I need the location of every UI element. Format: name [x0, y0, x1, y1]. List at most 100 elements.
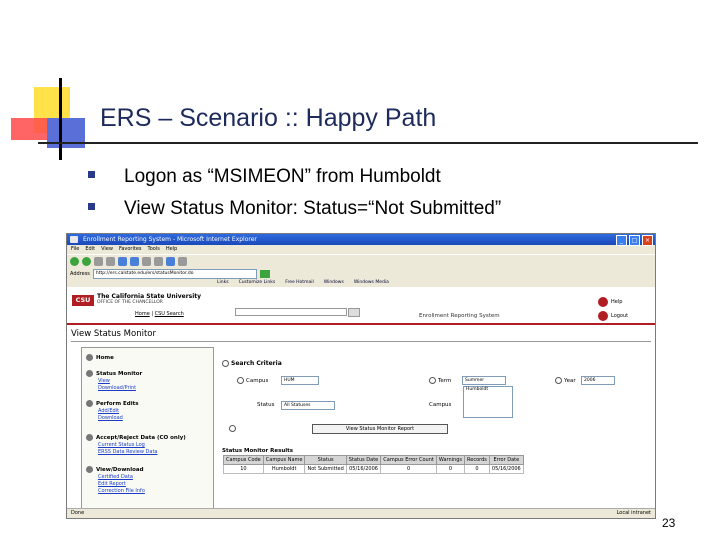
heading-divider: [71, 341, 651, 342]
status-select[interactable]: All Statuses: [281, 401, 335, 410]
table-header-row: Campus Code Campus Name Status Status Da…: [223, 455, 524, 465]
year-label: Year: [555, 377, 576, 384]
back-icon[interactable]: [70, 257, 79, 266]
campus-listbox[interactable]: Humboldt: [463, 386, 513, 418]
browser-toolbar: [67, 254, 655, 268]
sidebar-home[interactable]: Home: [86, 354, 114, 361]
table-cell: 10: [223, 464, 264, 474]
campus-select[interactable]: HUM: [281, 376, 319, 385]
stop-icon[interactable]: [94, 257, 103, 266]
mail-icon[interactable]: [166, 257, 175, 266]
search-icon[interactable]: [130, 257, 139, 266]
sidebar-link[interactable]: Add/Edit: [98, 408, 119, 414]
search-criteria-title: Search Criteria: [222, 360, 282, 367]
sidebar-link[interactable]: Current Status Log: [98, 442, 145, 448]
term-radio[interactable]: [429, 377, 436, 384]
sidebar-link[interactable]: Download/Print: [98, 385, 136, 391]
link-item[interactable]: Free Hotmail: [285, 279, 314, 287]
window-title: Enrollment Reporting System - Microsoft …: [83, 236, 257, 243]
bullet-marker-icon: [88, 171, 95, 179]
sidebar-section-view-download: View/Download: [86, 466, 144, 473]
term-label: Term: [429, 377, 451, 384]
home-icon[interactable]: [118, 257, 127, 266]
history-icon[interactable]: [154, 257, 163, 266]
sidebar-section-label: Status Monitor: [96, 371, 143, 377]
home-icon: [86, 354, 93, 361]
sidebar-link[interactable]: Correction File Info: [98, 488, 145, 494]
table-cell: Not Submitted: [304, 464, 347, 474]
nav-home-link[interactable]: Home: [135, 311, 150, 317]
logout-link[interactable]: Logout: [611, 313, 628, 319]
page-number: 23: [662, 516, 676, 530]
results-table: Campus Code Campus Name Status Status Da…: [223, 455, 524, 474]
table-cell: Humboldt: [262, 464, 306, 474]
column-header: Campus Name: [262, 455, 306, 465]
sidebar-link[interactable]: Edit Report: [98, 481, 126, 487]
table-row: 10 Humboldt Not Submitted 05/16/2006 0 0…: [223, 464, 524, 474]
results-title: Status Monitor Results: [222, 448, 294, 454]
link-item[interactable]: Windows Media: [354, 279, 389, 287]
term-select[interactable]: Summer: [462, 376, 506, 385]
sidebar-link[interactable]: Download: [98, 415, 123, 421]
zone-text: Local intranet: [616, 510, 651, 516]
title-underline: [38, 142, 698, 144]
menu-bar: File Edit View Favorites Tools Help: [67, 245, 655, 254]
sidebar-section-accept-reject: Accept/Reject Data (CO only): [86, 434, 186, 441]
section-bullet-icon: [86, 400, 93, 407]
site-search-input[interactable]: [235, 308, 347, 316]
menu-tools[interactable]: Tools: [148, 245, 160, 254]
sidebar-link[interactable]: ERSS Data Review Data: [98, 449, 157, 455]
help-link[interactable]: Help: [611, 299, 622, 305]
menu-view[interactable]: View: [101, 245, 113, 254]
minimize-icon[interactable]: _: [616, 235, 627, 246]
search-radio[interactable]: [229, 425, 236, 432]
forward-icon[interactable]: [82, 257, 91, 266]
favorites-icon[interactable]: [142, 257, 151, 266]
top-nav: Home | CSU Search: [135, 311, 184, 317]
menu-edit[interactable]: Edit: [85, 245, 95, 254]
menu-help[interactable]: Help: [166, 245, 177, 254]
menu-file[interactable]: File: [71, 245, 79, 254]
refresh-icon[interactable]: [106, 257, 115, 266]
year-label-text: Year: [564, 378, 576, 384]
campus-list-option[interactable]: Humboldt: [466, 387, 488, 392]
section-bullet-icon: [86, 370, 93, 377]
view-status-monitor-report-button[interactable]: View Status Monitor Report: [312, 424, 448, 434]
sidebar-link[interactable]: Certified Data: [98, 474, 133, 480]
link-item[interactable]: Customize Links: [239, 279, 276, 287]
section-bullet-icon: [86, 434, 93, 441]
print-icon[interactable]: [178, 257, 187, 266]
table-cell: 0: [435, 464, 466, 474]
sidebar-link[interactable]: View: [98, 378, 110, 384]
address-input[interactable]: http://ers.calstate.edu/ers/statusMonito…: [92, 268, 257, 279]
menu-favorites[interactable]: Favorites: [119, 245, 142, 254]
campus-radio[interactable]: [237, 377, 244, 384]
help-icon[interactable]: [598, 297, 608, 307]
section-bullet-icon: [86, 466, 93, 473]
column-header: Status Date: [345, 455, 382, 465]
ie-icon: [70, 236, 78, 243]
close-icon[interactable]: ×: [642, 235, 653, 246]
campus-label-text: Campus: [246, 378, 269, 384]
sidebar-item-label: Home: [96, 355, 114, 361]
campus-list-label: Campus: [429, 402, 452, 408]
university-name: The California State University: [97, 293, 202, 300]
sidebar-section-label: View/Download: [96, 467, 144, 473]
maximize-icon[interactable]: □: [629, 235, 640, 246]
column-header: Warnings: [435, 455, 466, 465]
nav-search-link[interactable]: CSU Search: [155, 311, 184, 317]
status-label: Status: [257, 402, 275, 408]
sidebar-section-label: Accept/Reject Data (CO only): [96, 435, 186, 441]
column-header: Error Date: [488, 455, 524, 465]
logout-icon[interactable]: [598, 311, 608, 321]
table-cell: 0: [380, 464, 437, 474]
browser-titlebar: Enrollment Reporting System - Microsoft …: [67, 234, 655, 246]
decoration-vertical-line: [59, 78, 62, 160]
year-select[interactable]: 2006: [581, 376, 615, 385]
link-item[interactable]: Windows: [324, 279, 344, 287]
search-go-icon[interactable]: [348, 308, 360, 317]
go-button[interactable]: [259, 269, 270, 278]
term-label-text: Term: [438, 378, 452, 384]
year-radio[interactable]: [555, 377, 562, 384]
sidebar-section-status-monitor: Status Monitor: [86, 370, 142, 377]
